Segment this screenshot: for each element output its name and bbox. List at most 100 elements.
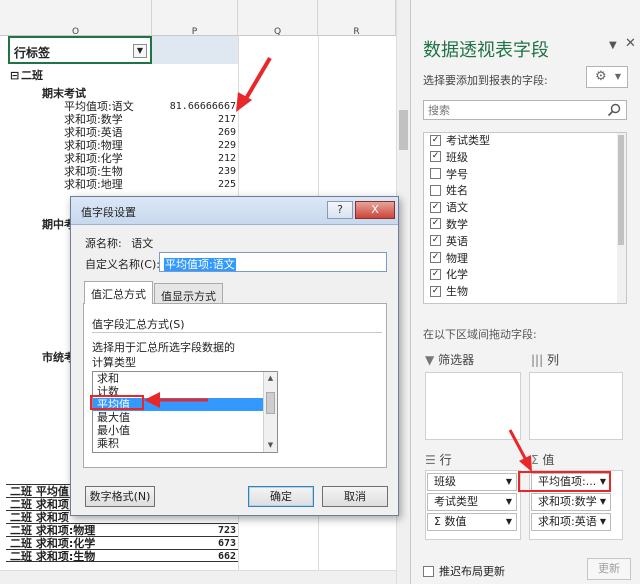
field-item[interactable]: ✓ 考试类型 <box>424 133 626 150</box>
list-item-min[interactable]: 最小值 <box>93 424 277 437</box>
pivot-row-value[interactable]: 229 <box>160 139 236 152</box>
scrollbar-thumb[interactable] <box>399 110 408 150</box>
value-field-chip[interactable]: 求和项:英语 ▼ <box>531 513 611 531</box>
chevron-down-icon: ▼ <box>614 72 621 81</box>
custom-name-label: 自定义名称(C): <box>85 258 160 271</box>
pivot-row-label[interactable]: 求和项:地理 <box>64 178 123 191</box>
chevron-down-icon[interactable]: ▼ <box>506 494 512 510</box>
row-field-chip[interactable]: 考试类型 ▼ <box>427 493 517 511</box>
custom-name-input[interactable]: 平均值项:语文 <box>159 252 387 272</box>
field-label: 班级 <box>446 150 468 164</box>
chip-label: Σ 数值 <box>434 515 467 528</box>
pane-title: 数据透视表字段 <box>423 40 549 61</box>
checkbox-checked[interactable]: ✓ <box>430 134 441 146</box>
dialog-title-bar[interactable]: 值字段设置 ? X <box>71 197 398 225</box>
field-item[interactable]: ✓ 语文 <box>424 200 626 217</box>
area-columns-dropzone[interactable] <box>529 372 623 440</box>
field-item[interactable]: ✓ 生物 <box>424 284 626 301</box>
checkbox-unchecked[interactable] <box>423 565 434 577</box>
source-name-label: 源名称: <box>85 237 122 250</box>
description-text: 计算类型 <box>92 356 136 369</box>
tools-button[interactable]: ⚙ ▼ <box>586 66 628 88</box>
pane-options-chevron-icon[interactable]: ▼ <box>609 40 617 51</box>
checkbox-unchecked[interactable] <box>430 168 441 180</box>
chevron-down-icon[interactable]: ▼ <box>506 474 512 490</box>
column-header-q[interactable]: Q <box>238 0 318 37</box>
pivot-row-value[interactable]: 225 <box>160 178 236 191</box>
close-button[interactable]: X <box>355 201 395 219</box>
function-listbox[interactable]: 求和 计数 平均值 最大值 最小值 乘积 ▲ ▼ <box>92 371 278 453</box>
checkbox-checked[interactable]: ✓ <box>430 201 441 213</box>
field-item[interactable]: ✓ 物理 <box>424 251 626 268</box>
chevron-down-icon[interactable]: ▼ <box>600 494 606 510</box>
field-item[interactable]: 学号 <box>424 167 626 184</box>
collapse-minus-icon[interactable]: ⊟ <box>10 69 19 82</box>
tab-show-values-as[interactable]: 值显示方式 <box>154 283 223 303</box>
chevron-down-icon[interactable]: ▼ <box>600 514 606 530</box>
field-item[interactable]: ✓ 班级 <box>424 150 626 167</box>
list-item-product[interactable]: 乘积 <box>93 437 277 450</box>
pivot-row-value[interactable]: 212 <box>160 152 236 165</box>
pivot-row-value[interactable]: 217 <box>160 113 236 126</box>
row-field-chip[interactable]: Σ 数值 ▼ <box>427 513 517 531</box>
area-filters-dropzone[interactable] <box>425 372 521 440</box>
row-filter-dropdown-icon[interactable]: ▼ <box>133 44 147 58</box>
column-header-p[interactable]: P <box>152 0 238 37</box>
sigma-icon: Σ <box>531 453 539 467</box>
listbox-scrollbar[interactable]: ▲ ▼ <box>263 372 277 452</box>
chevron-down-icon[interactable]: ▼ <box>506 514 512 530</box>
field-item[interactable]: ✓ 化学 <box>424 267 626 284</box>
scrollbar-thumb[interactable] <box>618 135 624 245</box>
row-field-chip[interactable]: 班级 ▼ <box>427 473 517 491</box>
row-label-header-cell[interactable]: 行标签 ▼ <box>8 36 152 64</box>
pane-close-icon[interactable]: ✕ <box>625 36 636 51</box>
field-item[interactable]: 姓名 <box>424 183 626 200</box>
pivot-row-value[interactable]: 81.66666667 <box>160 100 236 113</box>
tab-summarize-by[interactable]: 值汇总方式 <box>84 281 153 304</box>
ok-button[interactable]: 确定 <box>248 486 314 507</box>
pivot-row-label[interactable]: 求和项:化学 <box>64 152 123 165</box>
column-header-o[interactable]: O <box>0 0 152 37</box>
table-row[interactable]: 二班 求和项:物理 723 <box>6 523 238 537</box>
scrollbar-thumb[interactable] <box>266 392 275 414</box>
area-columns-header: ||| 列 <box>531 350 559 370</box>
number-format-button[interactable]: 数字格式(N) <box>85 486 155 507</box>
field-label: 考试类型 <box>446 134 490 147</box>
group-title: 值字段汇总方式(S) <box>92 318 185 331</box>
pivot-row-value[interactable]: 269 <box>160 126 236 139</box>
field-search-box[interactable] <box>423 100 627 120</box>
column-header-r[interactable]: R <box>318 0 396 37</box>
scroll-up-icon[interactable]: ▲ <box>264 372 277 385</box>
pivot-row-label[interactable]: 求和项:数学 <box>64 113 123 126</box>
checkbox-unchecked[interactable] <box>430 184 441 196</box>
checkbox-checked[interactable]: ✓ <box>430 218 441 230</box>
checkbox-checked[interactable]: ✓ <box>430 252 441 264</box>
help-button[interactable]: ? <box>327 201 353 219</box>
table-row[interactable]: 二班 求和项:生物 662 <box>6 549 238 563</box>
field-item[interactable]: ✓ 数学 <box>424 217 626 234</box>
cancel-button[interactable]: 取消 <box>322 486 388 507</box>
pivot-row-label[interactable]: 求和项:英语 <box>64 126 123 139</box>
search-input[interactable] <box>424 101 594 119</box>
checkbox-checked[interactable]: ✓ <box>430 235 441 247</box>
pivot-row-label[interactable]: 求和项:物理 <box>64 139 123 152</box>
table-row[interactable]: 二班 求和项:化学 673 <box>6 536 238 550</box>
field-item[interactable]: ✓ 英语 <box>424 234 626 251</box>
list-item-max[interactable]: 最大值 <box>93 411 277 424</box>
list-item-sum[interactable]: 求和 <box>93 372 277 385</box>
checkbox-checked[interactable]: ✓ <box>430 285 441 297</box>
drag-fields-label: 在以下区域间拖动字段: <box>423 328 537 341</box>
field-list-scrollbar[interactable] <box>617 133 626 303</box>
pivot-row-label[interactable]: 求和项:生物 <box>64 165 123 178</box>
horizontal-scrollbar[interactable] <box>0 570 396 584</box>
checkbox-checked[interactable]: ✓ <box>430 151 441 163</box>
value-field-chip[interactable]: 求和项:数学 ▼ <box>531 493 611 511</box>
defer-update-row[interactable]: 推迟布局更新 <box>423 563 505 579</box>
checkbox-checked[interactable]: ✓ <box>430 268 441 280</box>
columns-icon: ||| <box>531 353 544 367</box>
update-button[interactable]: 更新 <box>587 558 631 580</box>
pivot-row-value[interactable]: 239 <box>160 165 236 178</box>
pivot-row-label[interactable]: 平均值项:语文 <box>64 100 134 113</box>
scroll-down-icon[interactable]: ▼ <box>264 439 277 452</box>
search-icon <box>607 103 621 117</box>
